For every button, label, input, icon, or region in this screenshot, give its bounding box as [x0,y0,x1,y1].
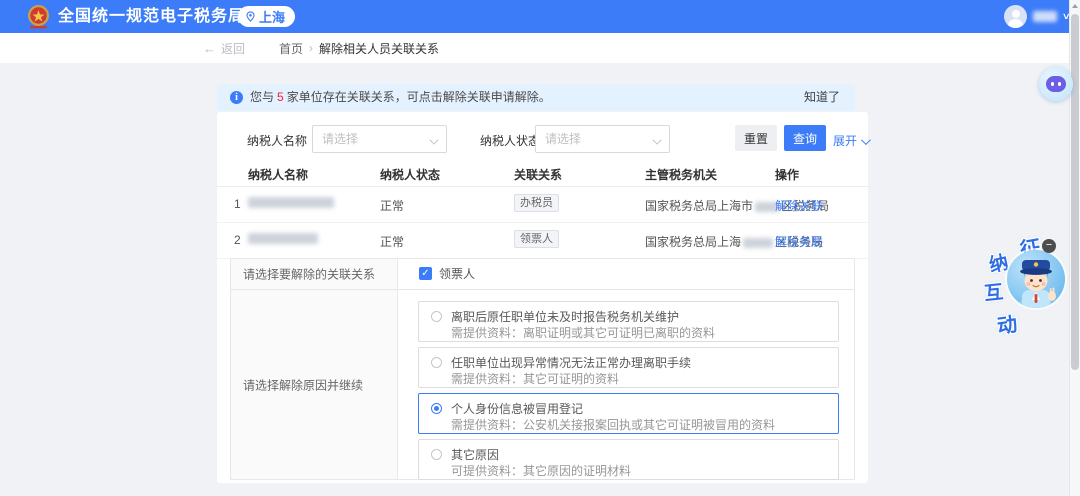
reason-options: 离职后原任职单位未及时报告税务机关维护 需提供资料：离职证明或其它可证明已离职的… [418,301,839,485]
taxpayer-status-select[interactable]: 请选择 [535,125,670,153]
relation-checkbox[interactable]: ✓ [419,267,432,280]
scrollbar-thumb[interactable] [1071,14,1079,370]
reason-select-label: 请选择解除原因并继续 [243,378,364,392]
redacted-username [1033,11,1058,22]
relation-count: 5 [277,90,284,104]
col-relation: 关联关系 [514,168,563,182]
relation-notice-banner: i 您与 5 家单位存在关联关系，可点击解除关联申请解除。 知道了 [217,84,855,111]
row-index: 2 [234,233,241,247]
chevron-down-icon [652,135,662,145]
col-action: 操作 [775,168,800,182]
widget-char: 动 [995,313,1019,339]
relation-tag: 办税员 [514,194,559,212]
option-title: 个人身份信息被冒用登记 [451,402,584,416]
robot-face-icon [1046,76,1066,92]
taxpayer-name-label: 纳税人名称 [247,134,308,148]
reason-option-abnormal-employer[interactable]: 任职单位出现异常情况无法正常办理离职手续 需提供资料：其它可证明的资料 [418,347,839,388]
taxpayer-status-label: 纳税人状态 [480,134,541,148]
info-icon: i [230,91,243,104]
reason-option-other[interactable]: 其它原因 可提供资料：其它原因的证明材料 [418,439,839,480]
option-desc: 需提供资料：其它可证明的资料 [451,372,620,386]
select-placeholder: 请选择 [545,132,582,146]
widget-char: 互 [983,282,1005,305]
breadcrumb-current: 解除相关人员关联关系 [319,41,440,56]
minimize-button[interactable]: − [1042,239,1056,253]
relation-tag: 领票人 [514,230,559,248]
location-selector[interactable]: 上海 [238,6,296,27]
option-title: 任职单位出现异常情况无法正常办理离职手续 [451,356,692,370]
scroll-up-arrow-icon[interactable] [1070,0,1080,12]
app-title: 全国统一规范电子税务局 [58,8,246,25]
unbind-link[interactable]: 解除关联 [775,197,823,214]
table-header: 纳税人名称 纳税人状态 关联关系 主管税务机关 操作 [217,161,868,187]
tax-officer-icon [1020,260,1056,308]
relation-select-label: 请选择要解除的关联关系 [243,267,376,282]
back-arrow-icon: ← [203,40,216,56]
redacted-district [743,237,774,248]
reason-option-resigned[interactable]: 离职后原任职单位未及时报告税务机关维护 需提供资料：离职证明或其它可证明已离职的… [418,301,839,342]
option-desc: 可提供资料：其它原因的证明材料 [451,464,632,478]
national-emblem-icon [28,5,49,29]
redacted-taxpayer-name [248,233,318,244]
status-value: 正常 [380,199,405,213]
redacted-taxpayer-name [248,197,334,208]
option-desc: 需提供资料：公安机关接报案回执或其它可证明被冒用的资料 [451,418,776,432]
user-avatar-icon [1004,5,1028,28]
breadcrumb-band: ← 返回 首页 › 解除相关人员关联关系 [0,33,1080,63]
location-label: 上海 [259,10,286,25]
dismiss-button[interactable]: 知道了 [804,84,840,111]
radio-icon [431,403,442,414]
back-button[interactable]: ← 返回 [203,40,245,57]
option-title: 离职后原任职单位未及时报告税务机关维护 [451,310,680,324]
reset-button[interactable]: 重置 [735,125,777,151]
reason-option-identity-fraud[interactable]: 个人身份信息被冒用登记 需提供资料：公安机关接报案回执或其它可证明被冒用的资料 [418,393,839,434]
taxpayer-name-select[interactable]: 请选择 [312,125,447,153]
status-value: 正常 [380,235,405,249]
app-header: 全国统一规范电子税务局 上海 ∨ [0,0,1080,33]
search-button[interactable]: 查询 [784,125,826,151]
table-row: 2 正常 领票人 国家税务总局上海 区税务局 解除关联 [217,222,868,259]
notice-text: 您与 5 家单位存在关联关系，可点击解除关联申请解除。 [250,90,551,104]
chevron-down-icon [429,135,439,145]
location-pin-icon [246,11,255,22]
radio-icon [431,311,442,322]
chat-assistant-icon[interactable] [1039,67,1073,101]
option-desc: 需提供资料：离职证明或其它可证明已离职的资料 [451,326,716,340]
radio-icon [431,357,442,368]
option-title: 其它原因 [451,448,500,462]
unbind-link[interactable]: 解除关联 [775,233,823,250]
unbind-form: 请选择要解除的关联关系 ✓ 领票人 请选择解除原因并继续 离职后原任职单位未及时… [230,258,855,480]
reason-select-row: 请选择解除原因并继续 离职后原任职单位未及时报告税务机关维护 需提供资料：离职证… [231,290,854,480]
breadcrumb-separator: › [309,41,314,55]
back-label: 返回 [221,41,246,56]
expand-link[interactable]: 展开 [833,132,871,149]
radio-icon [431,449,442,460]
col-taxpayer-status: 纳税人状态 [380,168,441,182]
col-authority: 主管税务机关 [645,168,718,182]
breadcrumb-home[interactable]: 首页 [279,40,303,57]
select-placeholder: 请选择 [322,132,359,146]
content-card: 纳税人名称 请选择 纳税人状态 请选择 重置 查询 展开 纳税人名称 纳税人状态… [217,112,871,483]
user-menu[interactable]: ∨ [1004,0,1071,33]
relation-select-row: 请选择要解除的关联关系 ✓ 领票人 [231,259,854,290]
breadcrumb: ← 返回 首页 › 解除相关人员关联关系 [203,33,439,63]
tax-interaction-widget[interactable]: 征 纳 互 动 − [983,233,1066,347]
tax-officer-avatar[interactable] [1007,250,1065,308]
relation-checkbox-label: 领票人 [439,267,476,281]
table-row: 1 正常 办税员 国家税务总局上海市 区税务局 解除关联 [217,186,868,223]
col-taxpayer-name: 纳税人名称 [248,168,309,182]
row-index: 1 [234,197,241,211]
chevron-down-icon [860,135,871,146]
